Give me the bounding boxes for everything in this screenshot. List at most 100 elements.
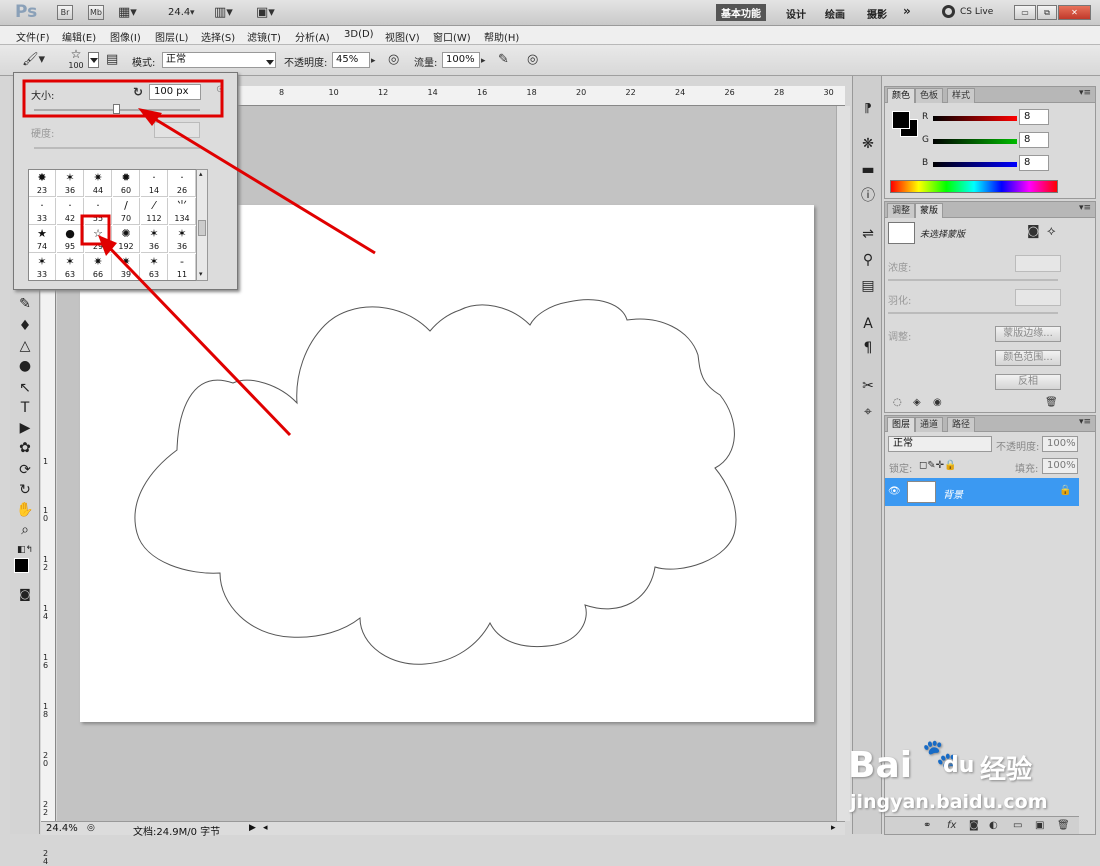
close-button[interactable]: ✕ bbox=[1058, 5, 1091, 20]
brush-preset-cell[interactable]: ✷ 66 bbox=[85, 254, 112, 280]
size-input[interactable]: 100 px bbox=[149, 84, 201, 100]
menu-view[interactable]: 视图(V) bbox=[385, 29, 420, 44]
vertical-scrollbar[interactable] bbox=[836, 106, 850, 821]
brush-preset-cell[interactable]: ✸ 23 bbox=[29, 170, 56, 197]
brush-picker-toggle[interactable] bbox=[88, 52, 99, 68]
menu-window[interactable]: 窗口(W) bbox=[433, 29, 471, 44]
default-colors-icon[interactable]: ◧↰ bbox=[10, 540, 40, 560]
brush-panel-dock-icon[interactable]: ⇌ bbox=[853, 224, 883, 244]
flow-input[interactable]: 100% bbox=[442, 52, 480, 68]
masks-panel-menu-icon[interactable]: ▾≡ bbox=[1079, 203, 1091, 213]
layer-name[interactable]: 背景 bbox=[943, 486, 963, 501]
paragraph-panel-icon[interactable]: ¶ bbox=[853, 338, 883, 358]
hscroll-left-icon[interactable]: ◂ bbox=[263, 823, 268, 833]
brush-preset-cell[interactable]: ⁄ 112 bbox=[141, 198, 168, 225]
zoom-level-select[interactable]: 24.4 bbox=[168, 7, 190, 18]
layer-row-background[interactable]: 👁 背景 🔒 bbox=[885, 478, 1079, 506]
status-info-icon[interactable]: ◎ bbox=[87, 823, 95, 833]
brush-preset-cell[interactable]: / 70 bbox=[113, 198, 140, 225]
menu-3d[interactable]: 3D(D) bbox=[344, 29, 374, 40]
delete-mask-icon[interactable]: 🗑 bbox=[1045, 396, 1058, 410]
red-slider[interactable] bbox=[933, 116, 1017, 121]
pixel-mask-icon[interactable]: ◙ bbox=[1027, 225, 1040, 239]
type-tool-icon[interactable]: T bbox=[10, 398, 40, 418]
brush-preset-cell[interactable]: ☆ 29 bbox=[85, 226, 112, 253]
layers-panel-menu-icon[interactable]: ▾≡ bbox=[1079, 417, 1091, 427]
tab-styles[interactable]: 样式 bbox=[947, 88, 976, 103]
custom-shape-icon[interactable]: ✿ bbox=[10, 438, 40, 458]
brush-grid-scrollbar[interactable]: ▴ ▾ bbox=[196, 169, 208, 281]
brush-preset-cell[interactable]: ✺ 192 bbox=[113, 226, 140, 253]
brush-preset-cell[interactable]: ● 95 bbox=[57, 226, 84, 253]
tab-color[interactable]: 颜色 bbox=[887, 88, 916, 103]
workspace-painting[interactable]: 绘画 bbox=[825, 6, 845, 21]
3d-rotate-icon[interactable]: ⟳ bbox=[10, 460, 40, 480]
reset-size-icon[interactable]: ↻ bbox=[133, 85, 143, 99]
tab-channels[interactable]: 通道 bbox=[915, 417, 944, 432]
brush-preset-cell[interactable]: ✶ 63 bbox=[141, 254, 168, 280]
minimize-button[interactable]: ▭ bbox=[1014, 5, 1036, 20]
menu-file[interactable]: 文件(F) bbox=[16, 29, 50, 44]
brush-preset-cell[interactable]: ✷ 44 bbox=[85, 170, 112, 197]
quick-mask-icon[interactable]: ◙ bbox=[10, 584, 40, 604]
brush-scroll-thumb[interactable] bbox=[198, 220, 206, 236]
zoom-tool-icon[interactable]: ⌕ bbox=[10, 520, 40, 540]
brush-preset-cell[interactable]: · 26 bbox=[169, 170, 196, 197]
menu-filter[interactable]: 滤镜(T) bbox=[247, 29, 281, 44]
status-zoom[interactable]: 24.4% bbox=[46, 823, 78, 834]
opacity-pressure-icon[interactable]: ◎ bbox=[388, 53, 399, 67]
fill-input[interactable]: 100% bbox=[1042, 458, 1078, 474]
mask-edge-button[interactable]: 蒙版边缘... bbox=[995, 326, 1061, 342]
brush-preset-cell[interactable]: · 55 bbox=[85, 198, 112, 225]
workspace-more-button[interactable]: » bbox=[903, 4, 911, 18]
brush-preset-cell[interactable]: · 14 bbox=[141, 170, 168, 197]
brush-preset-cell[interactable]: ✶ 33 bbox=[29, 254, 56, 280]
menu-layer[interactable]: 图层(L) bbox=[155, 29, 188, 44]
size-pressure-icon[interactable]: ◎ bbox=[527, 53, 538, 67]
brush-size-preview[interactable]: ☆ 100 bbox=[66, 48, 86, 74]
tab-paths[interactable]: 路径 bbox=[947, 417, 976, 432]
brush-scroll-up-icon[interactable]: ▴ bbox=[199, 170, 203, 178]
delete-layer-icon[interactable]: 🗑 bbox=[1057, 819, 1070, 833]
path-selection-icon[interactable]: ↖ bbox=[10, 378, 40, 398]
brush-preset-cell[interactable]: ★ 74 bbox=[29, 226, 56, 253]
vector-mask-icon[interactable]: ⟡ bbox=[1047, 225, 1056, 239]
mode-select[interactable]: 正常 bbox=[162, 52, 276, 68]
layer-visibility-eye-icon[interactable]: 👁 bbox=[888, 486, 901, 497]
mini-bridge-button[interactable]: Mb bbox=[88, 5, 104, 20]
clone-source-icon[interactable]: ⚲ bbox=[853, 250, 883, 270]
menu-help[interactable]: 帮助(H) bbox=[484, 29, 519, 44]
brush-preset-cell[interactable]: ✷ 39 bbox=[113, 254, 140, 280]
flow-slider-button[interactable]: ▸ bbox=[481, 54, 486, 68]
menu-analysis[interactable]: 分析(A) bbox=[295, 29, 330, 44]
brush-panel-icon[interactable]: ▤ bbox=[106, 53, 118, 67]
tab-masks[interactable]: 蒙版 bbox=[915, 203, 944, 218]
status-menu-arrow-icon[interactable]: ▶ bbox=[249, 823, 256, 833]
brush-preset-cell[interactable]: ✶ 36 bbox=[57, 170, 84, 197]
cs-live-button[interactable]: CS Live bbox=[960, 7, 993, 17]
zoom-dropdown-icon[interactable]: ▾ bbox=[190, 6, 195, 20]
color-ramp[interactable] bbox=[890, 180, 1058, 193]
histogram-panel-icon[interactable]: ▬ bbox=[853, 160, 883, 180]
brush-tool-preset-icon[interactable]: 🖌▾ bbox=[22, 53, 45, 67]
brush-preset-cell[interactable]: ✹ 60 bbox=[113, 170, 140, 197]
brush-scroll-down-icon[interactable]: ▾ bbox=[199, 270, 203, 278]
airbrush-icon[interactable]: ✎ bbox=[498, 53, 509, 67]
opacity-input[interactable]: 45% bbox=[332, 52, 370, 68]
size-slider-thumb[interactable] bbox=[113, 104, 120, 114]
arrange-documents-icon[interactable]: ▥▾ bbox=[214, 6, 233, 20]
brush-preset-cell[interactable]: · 42 bbox=[57, 198, 84, 225]
foreground-color-swatch[interactable] bbox=[14, 558, 29, 573]
tab-adjustments[interactable]: 调整 bbox=[887, 203, 916, 218]
info-panel-icon[interactable]: ⓘ bbox=[853, 186, 883, 206]
layer-opacity-input[interactable]: 100% bbox=[1042, 436, 1078, 452]
screen-mode-icon[interactable]: ▣▾ bbox=[256, 6, 275, 20]
opacity-slider-button[interactable]: ▸ bbox=[371, 54, 376, 68]
3d-panel-icon[interactable]: ✂ bbox=[853, 376, 883, 396]
bridge-button[interactable]: Br bbox=[57, 5, 73, 20]
tab-layers[interactable]: 图层 bbox=[887, 417, 916, 432]
load-selection-icon[interactable]: ◌ bbox=[893, 396, 902, 410]
direct-selection-icon[interactable]: ▶ bbox=[10, 418, 40, 438]
blue-slider[interactable] bbox=[933, 162, 1017, 167]
workspace-design[interactable]: 设计 bbox=[786, 6, 806, 21]
